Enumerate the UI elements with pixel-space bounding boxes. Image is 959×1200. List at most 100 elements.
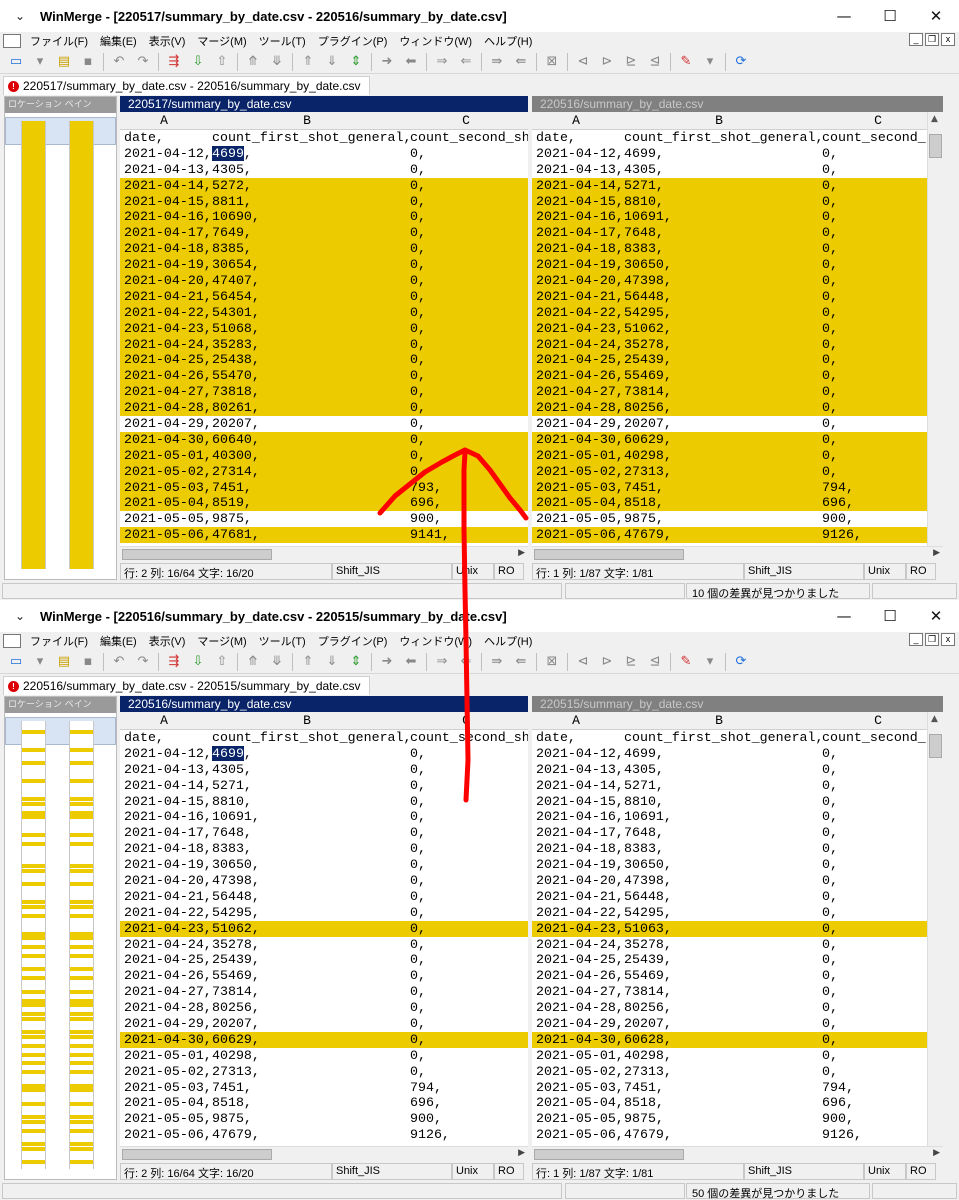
copy-right-advance-icon[interactable]: ⇛ bbox=[487, 53, 507, 71]
refresh-icon[interactable]: ⟳ bbox=[731, 53, 751, 71]
horizontal-scrollbar[interactable]: ▶ bbox=[532, 1146, 943, 1162]
scroll-right-icon[interactable]: ▶ bbox=[518, 548, 525, 558]
left-icon[interactable]: ⊳ bbox=[597, 53, 617, 71]
horizontal-scrollbar[interactable]: ▶ bbox=[120, 1146, 528, 1162]
all-right-icon[interactable]: ⊠ bbox=[542, 653, 562, 671]
next-diff-icon[interactable]: ➜ bbox=[377, 53, 397, 71]
prev-diff-icon[interactable]: ⬅ bbox=[401, 653, 421, 671]
next-conflict-icon[interactable]: ⤋ bbox=[267, 53, 287, 71]
merge-icon[interactable]: ⇶ bbox=[164, 53, 184, 71]
options-icon[interactable]: ⊴ bbox=[645, 53, 665, 71]
menu-item-6[interactable]: プラグイン(P) bbox=[312, 33, 394, 49]
mdi-restore-button[interactable]: ❐ bbox=[925, 33, 939, 46]
copy-up-icon[interactable]: ⇧ bbox=[212, 53, 232, 71]
mdi-restore-button[interactable]: ❐ bbox=[925, 633, 939, 646]
all-right-icon[interactable]: ⊠ bbox=[542, 53, 562, 71]
next-conflict-icon[interactable]: ⤋ bbox=[267, 653, 287, 671]
menu-item-7[interactable]: ウィンドウ(W) bbox=[393, 633, 478, 649]
scroll-right-icon[interactable]: ▶ bbox=[933, 1148, 940, 1158]
document-tab[interactable]: ! 220516/summary_by_date.csv - 220515/sum… bbox=[3, 676, 370, 695]
undo-icon[interactable]: ↶ bbox=[109, 653, 129, 671]
copy-right-icon[interactable]: ⇒ bbox=[432, 653, 452, 671]
maximize-button[interactable]: ☐ bbox=[867, 600, 913, 632]
location-pane[interactable]: ロケーション ペイン bbox=[4, 696, 117, 1180]
minimize-button[interactable]: — bbox=[821, 600, 867, 632]
copy-left-icon[interactable]: ⇐ bbox=[456, 653, 476, 671]
redo-icon[interactable]: ↷ bbox=[133, 53, 153, 71]
menu-item-1[interactable]: ファイル(F) bbox=[24, 33, 94, 49]
horizontal-scrollbar[interactable]: ▶ bbox=[532, 546, 943, 562]
system-menu-icon[interactable]: ⌄ bbox=[0, 9, 40, 23]
merge-icon[interactable]: ⇶ bbox=[164, 653, 184, 671]
menu-item-7[interactable]: ウィンドウ(W) bbox=[393, 33, 478, 49]
options-icon[interactable]: ⊴ bbox=[645, 653, 665, 671]
scroll-right-icon[interactable]: ▶ bbox=[518, 1148, 525, 1158]
prev-diff-icon[interactable]: ⬅ bbox=[401, 53, 421, 71]
close-button[interactable]: ✕ bbox=[913, 0, 959, 32]
scroll-thumb[interactable] bbox=[929, 134, 942, 158]
minimize-button[interactable]: — bbox=[821, 0, 867, 32]
document-tab[interactable]: ! 220517/summary_by_date.csv - 220516/sum… bbox=[3, 76, 370, 95]
location-pane[interactable]: ロケーション ペイン bbox=[4, 96, 117, 580]
right-icon[interactable]: ⊵ bbox=[621, 53, 641, 71]
new-file-icon[interactable]: ▭ bbox=[6, 653, 26, 671]
vertical-scrollbar[interactable]: ▲ bbox=[927, 712, 943, 1146]
refresh-icon[interactable]: ⟳ bbox=[731, 653, 751, 671]
current-diff-icon[interactable]: ⇕ bbox=[346, 53, 366, 71]
left-icon[interactable]: ⊳ bbox=[597, 653, 617, 671]
menu-item-3[interactable]: 表示(V) bbox=[143, 33, 192, 49]
copy-up-icon[interactable]: ⇧ bbox=[212, 653, 232, 671]
prev-conflict-icon[interactable]: ⤊ bbox=[243, 53, 263, 71]
vertical-scrollbar[interactable]: ▲ bbox=[927, 112, 943, 546]
dropdown-icon[interactable]: ▾ bbox=[30, 53, 50, 71]
right-file-pane[interactable]: 220516/summary_by_date.csv A B Cdate, count_… bbox=[532, 96, 943, 562]
next-diff-icon[interactable]: ➜ bbox=[377, 653, 397, 671]
current-diff-icon[interactable]: ⇕ bbox=[346, 653, 366, 671]
menu-item-3[interactable]: 表示(V) bbox=[143, 633, 192, 649]
menu-item-5[interactable]: ツール(T) bbox=[253, 33, 312, 49]
menu-item-4[interactable]: マージ(M) bbox=[191, 633, 252, 649]
copy-left-advance-icon[interactable]: ⇚ bbox=[511, 653, 531, 671]
mdi-close-button[interactable]: x bbox=[941, 33, 955, 46]
copy-left-icon[interactable]: ⇐ bbox=[456, 53, 476, 71]
menu-item-2[interactable]: 編集(E) bbox=[94, 633, 143, 649]
open-folder-icon[interactable]: ▤ bbox=[54, 653, 74, 671]
scroll-right-icon[interactable]: ▶ bbox=[933, 548, 940, 558]
scroll-thumb[interactable] bbox=[122, 549, 272, 560]
edit-icon[interactable]: ✎ bbox=[676, 653, 696, 671]
save-icon[interactable]: ▪ bbox=[78, 53, 98, 71]
menu-item-1[interactable]: ファイル(F) bbox=[24, 633, 94, 649]
scroll-thumb[interactable] bbox=[534, 549, 684, 560]
menu-item-8[interactable]: ヘルプ(H) bbox=[478, 633, 538, 649]
first-diff-icon[interactable]: ⇑ bbox=[298, 653, 318, 671]
scroll-thumb[interactable] bbox=[929, 734, 942, 758]
mdi-close-button[interactable]: x bbox=[941, 633, 955, 646]
first-diff-icon[interactable]: ⇑ bbox=[298, 53, 318, 71]
copy-right-icon[interactable]: ⇒ bbox=[432, 53, 452, 71]
copy-all-down-icon[interactable]: ⇩ bbox=[188, 53, 208, 71]
dropdown-icon[interactable]: ▾ bbox=[700, 653, 720, 671]
prev-conflict-icon[interactable]: ⤊ bbox=[243, 653, 263, 671]
scroll-up-icon[interactable]: ▲ bbox=[931, 114, 938, 124]
open-folder-icon[interactable]: ▤ bbox=[54, 53, 74, 71]
close-button[interactable]: ✕ bbox=[913, 600, 959, 632]
left-file-pane[interactable]: 220517/summary_by_date.csv A B Cdate, count_… bbox=[120, 96, 528, 562]
copy-left-advance-icon[interactable]: ⇚ bbox=[511, 53, 531, 71]
scroll-thumb[interactable] bbox=[122, 1149, 272, 1160]
menu-item-6[interactable]: プラグイン(P) bbox=[312, 633, 394, 649]
last-diff-icon[interactable]: ⇓ bbox=[322, 653, 342, 671]
system-menu-icon[interactable]: ⌄ bbox=[0, 609, 40, 623]
dropdown-icon[interactable]: ▾ bbox=[30, 653, 50, 671]
right-icon[interactable]: ⊵ bbox=[621, 653, 641, 671]
scroll-thumb[interactable] bbox=[534, 1149, 684, 1160]
dropdown-icon[interactable]: ▾ bbox=[700, 53, 720, 71]
mdi-minimize-button[interactable]: _ bbox=[909, 33, 923, 46]
menu-item-8[interactable]: ヘルプ(H) bbox=[478, 33, 538, 49]
scroll-up-icon[interactable]: ▲ bbox=[931, 714, 938, 724]
copy-all-down-icon[interactable]: ⇩ bbox=[188, 653, 208, 671]
menu-item-4[interactable]: マージ(M) bbox=[191, 33, 252, 49]
menu-item-5[interactable]: ツール(T) bbox=[253, 633, 312, 649]
redo-icon[interactable]: ↷ bbox=[133, 653, 153, 671]
copy-right-advance-icon[interactable]: ⇛ bbox=[487, 653, 507, 671]
right-file-pane[interactable]: 220515/summary_by_date.csv A B Cdate, count_… bbox=[532, 696, 943, 1162]
